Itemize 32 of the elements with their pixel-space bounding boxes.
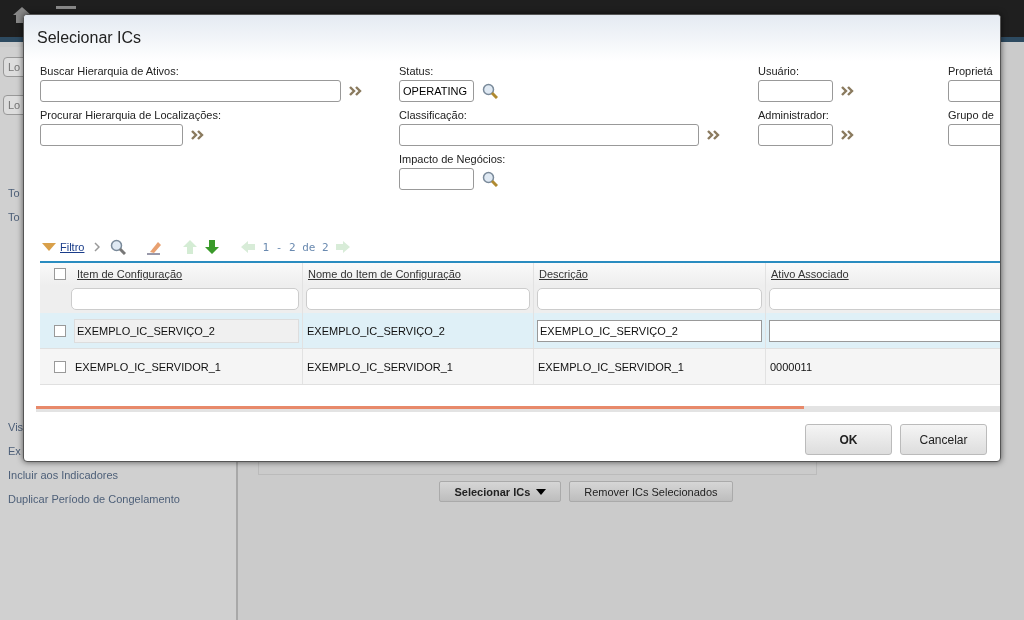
input-field[interactable]: EXEMPLO_IC_SERVIÇO_2 (537, 319, 762, 342)
table-cell: EXEMPLO_IC_SERVIÇO_2 (306, 324, 445, 337)
sidebar-item[interactable]: Incluir aos Indicadores (0, 463, 127, 487)
read-only-field: EXEMPLO_IC_SERVIÇO_2 (74, 318, 299, 343)
action-button[interactable]: Selecionar ICs (439, 481, 562, 502)
column-header[interactable]: Item de Configuração (77, 268, 183, 280)
table-row[interactable]: EXEMPLO_IC_SERVIÇO_2 EXEMPLO_IC_SERVIÇO_2 EXEMPLO_IC_SERVIÇO_2 (40, 313, 1000, 349)
dialog-button[interactable]: OK (805, 424, 892, 455)
input-field[interactable]: OPERATING (399, 80, 474, 102)
column-header[interactable]: Descrição (539, 268, 588, 280)
pager-text: 1 - 2 de 2 (262, 240, 329, 254)
table-row[interactable]: EXEMPLO_IC_SERVIDOR_1 EXEMPLO_IC_SERVIDOR_1 EXEMPLO_IC_SERVIDOR_1 0000011 (40, 349, 1000, 385)
table-cell: EXEMPLO_IC_SERVIDOR_1 (537, 360, 684, 373)
field-label: Proprietá (948, 65, 993, 77)
dialog-title: Selecionar ICs (37, 29, 142, 47)
dialog-button[interactable]: Cancelar (900, 424, 987, 455)
field-label: Impacto de Negócios: (399, 153, 506, 165)
table-cell: 0000011 (769, 360, 812, 373)
table-cell: EXEMPLO_IC_SERVIDOR_1 (74, 360, 221, 373)
field-label: Grupo de (948, 109, 994, 121)
action-button[interactable]: Remover ICs Selecionados (569, 481, 733, 502)
sidebar-item[interactable]: Duplicar Período de Congelamento (0, 487, 188, 511)
column-header[interactable]: Ativo Associado (771, 268, 849, 280)
column-header[interactable]: Nome do Item de Configuração (308, 268, 461, 280)
field-label: Status: (399, 65, 434, 77)
table-cell: EXEMPLO_IC_SERVIDOR_1 (306, 360, 453, 373)
field-label: Usuário: (758, 65, 799, 77)
field-label: Procurar Hierarquia de Localizações: (40, 109, 221, 121)
field-label: Classificação: (399, 109, 467, 121)
field-label: Administrador: (758, 109, 829, 121)
filter-link[interactable]: Filtro (60, 241, 85, 253)
field-label: Buscar Hierarquia de Ativos: (40, 65, 179, 77)
